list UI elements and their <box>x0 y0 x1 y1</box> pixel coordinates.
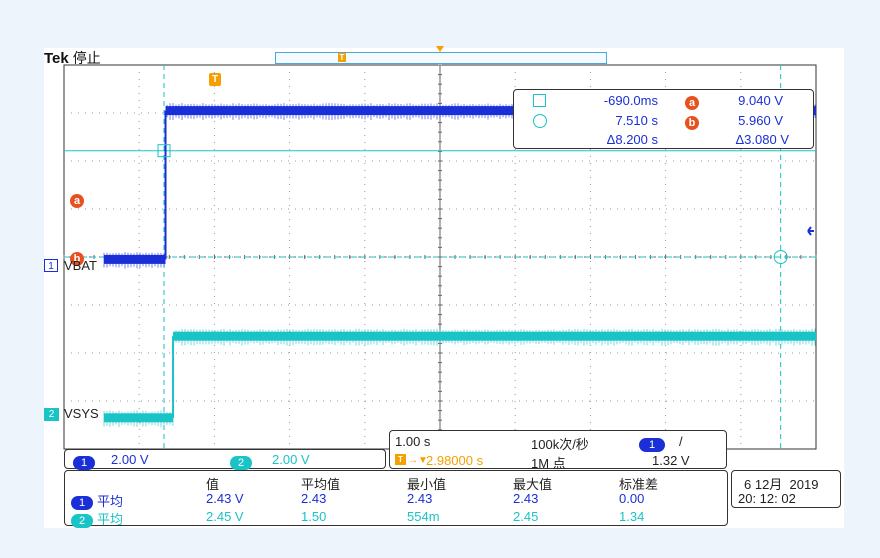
meas-row2-std: 1.34 <box>619 509 645 524</box>
ch1-scale: 2.00 V <box>111 452 149 467</box>
ch1-label: VBAT <box>64 258 97 273</box>
meas-row2-badge: 2 <box>71 511 93 529</box>
timebase-box: 1.00 s 100k次/秒 1 / T →▼ 2.98000 s 1M 点 1… <box>389 430 727 471</box>
time-display: 20: 12: 02 <box>738 491 796 506</box>
cursor-circle-icon <box>533 114 547 128</box>
meas-row1-max: 2.43 <box>513 491 539 506</box>
cursor-volt-2: 5.960 V <box>738 113 783 128</box>
meas-row1-min: 2.43 <box>407 491 433 506</box>
meas-row2-value: 2.45 V <box>206 509 244 524</box>
ch1-scale-badge[interactable]: 1 <box>73 453 95 471</box>
table-row[interactable]: 1 平均 2.43 V 2.43 2.43 2.43 0.00 <box>65 491 729 510</box>
ch2-ground-marker[interactable]: 2 <box>44 408 59 421</box>
trigger-level: 1.32 V <box>652 453 690 468</box>
ch2-label: VSYS <box>64 406 99 421</box>
trigger-channel-badge[interactable]: 1 <box>639 435 665 453</box>
cursor-delta-time: Δ8.200 s <box>606 132 658 147</box>
ch1-trace-step <box>164 110 167 260</box>
cursor-time-2: 7.510 s <box>615 113 658 128</box>
cursor-a-label: a <box>70 191 84 209</box>
ch2-scale: 2.00 V <box>272 452 310 467</box>
meas-row2-mean: 1.50 <box>301 509 327 524</box>
datetime-box: 6 12月 2019 20: 12: 02 <box>731 470 841 508</box>
table-row[interactable]: 2 平均 2.45 V 1.50 554m 2.45 1.34 <box>65 509 729 529</box>
ch2-trace-step <box>172 336 175 418</box>
meas-row1-std: 0.00 <box>619 491 645 506</box>
cursor-delta-volt: Δ3.080 V <box>735 132 790 147</box>
ch1-ground-marker[interactable]: 1 <box>44 259 58 272</box>
ch2-scale-badge[interactable]: 2 <box>230 453 252 471</box>
channel-scale-box: 1 2.00 V 2 2.00 V <box>64 449 386 471</box>
cursor-volt-1: 9.040 V <box>738 93 783 108</box>
trigger-position-marker[interactable]: T <box>209 73 221 86</box>
cursor-time-1: -690.0ms <box>603 93 658 108</box>
cursor-a-badge: a <box>685 93 699 111</box>
meas-row1-value: 2.43 V <box>206 491 244 506</box>
cursor-square-icon <box>533 94 546 107</box>
timebase-scale: 1.00 s <box>395 434 431 449</box>
sample-rate: 100k次/秒 <box>531 437 589 452</box>
trigger-position: 2.98000 s <box>426 453 484 468</box>
trigger-slope-icon: / <box>679 434 683 449</box>
meas-row2-max: 2.45 <box>513 509 539 524</box>
trigger-arrow-icon: →▼ <box>408 455 428 466</box>
meas-row2-min: 554m <box>407 509 440 524</box>
cursor-b-badge: b <box>685 113 699 131</box>
meas-row1-mean: 2.43 <box>301 491 327 506</box>
cursor-readout-box: -690.0ms a 9.040 V 7.510 s b 5.960 V Δ8.… <box>513 89 814 149</box>
meas-row1-type: 平均 <box>97 494 124 509</box>
trigger-position-icon: T <box>395 454 406 465</box>
meas-row2-type: 平均 <box>97 512 124 527</box>
ch2-trace-low <box>104 413 174 423</box>
measurements-box: 值 平均值 最小值 最大值 标准差 1 平均 2.43 V 2.43 2.43 … <box>64 470 729 529</box>
